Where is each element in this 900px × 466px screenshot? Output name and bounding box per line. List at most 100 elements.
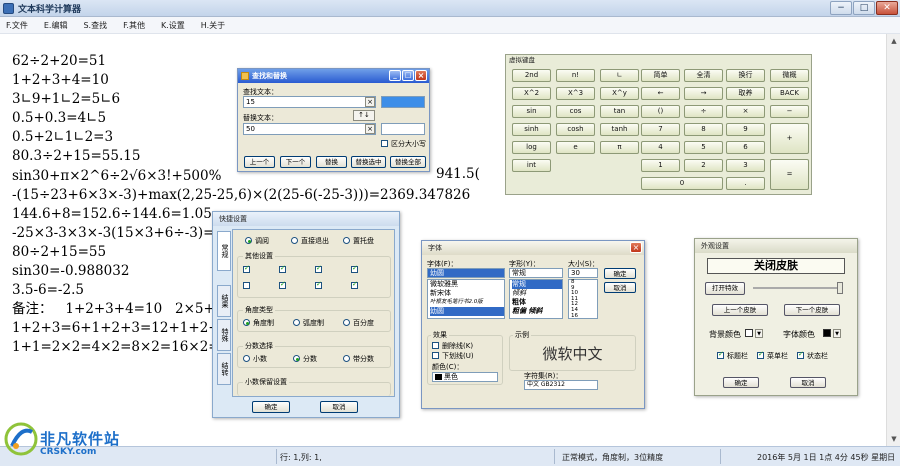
- style-list-item[interactable]: 粗偏 倾斜: [512, 307, 562, 316]
- keyboard-key[interactable]: 简单: [641, 69, 680, 82]
- keyboard-key[interactable]: 3: [726, 159, 765, 172]
- menu-other[interactable]: F.其他: [123, 20, 145, 31]
- keyboard-key[interactable]: 4: [641, 141, 680, 154]
- angle-grad-radio[interactable]: [343, 319, 350, 326]
- fraction-mixed-radio[interactable]: [343, 355, 350, 362]
- keyboard-key[interactable]: +: [770, 123, 809, 154]
- skin-ok-button[interactable]: 确定: [723, 377, 759, 388]
- bg-color-swatch[interactable]: [745, 329, 753, 337]
- keyboard-key[interactable]: sin: [512, 105, 551, 118]
- prev-skin-button[interactable]: 上一个皮肤: [712, 304, 768, 316]
- find-color-select[interactable]: [381, 96, 425, 108]
- keyboard-key[interactable]: 1: [641, 159, 680, 172]
- keyboard-key[interactable]: 全清: [684, 69, 723, 82]
- tab-result[interactable]: 结果: [217, 285, 231, 317]
- tab-carry[interactable]: 结转: [217, 353, 231, 385]
- keyboard-key[interactable]: ×: [726, 105, 765, 118]
- font-cancel-button[interactable]: 取消: [604, 282, 636, 293]
- keyboard-key[interactable]: (): [641, 105, 680, 118]
- font-list-item[interactable]: 幼圆: [430, 307, 504, 316]
- keyboard-key[interactable]: 6: [726, 141, 765, 154]
- font-color-dropdown-icon[interactable]: ▼: [833, 329, 841, 338]
- menu-settings[interactable]: K.设置: [161, 20, 185, 31]
- find-input[interactable]: 15: [243, 96, 376, 108]
- replace-all-button[interactable]: 替换全部: [390, 156, 426, 168]
- keyboard-key[interactable]: tanh: [600, 123, 639, 136]
- option-view-radio[interactable]: [245, 237, 252, 244]
- keyboard-key[interactable]: e: [556, 141, 595, 154]
- font-name-input[interactable]: 幼圆: [427, 268, 505, 278]
- font-list-item[interactable]: 新宋体: [430, 289, 504, 298]
- swap-button[interactable]: ↑↓: [353, 110, 375, 121]
- keyboard-key[interactable]: 2nd: [512, 69, 551, 82]
- keyboard-key[interactable]: sinh: [512, 123, 551, 136]
- keyboard-key[interactable]: X^3: [556, 87, 595, 100]
- menu-about[interactable]: H.关于: [201, 20, 225, 31]
- toolbar-checkbox[interactable]: [717, 350, 724, 359]
- clear-replace-button[interactable]: ×: [365, 124, 375, 134]
- keyboard-key[interactable]: X^y: [600, 87, 639, 100]
- keyboard-key[interactable]: tan: [600, 105, 639, 118]
- keyboard-key[interactable]: 9: [726, 123, 765, 136]
- fraction-fraction-radio[interactable]: [293, 355, 300, 362]
- color-select[interactable]: 黑色: [432, 372, 498, 382]
- keyboard-key[interactable]: log: [512, 141, 551, 154]
- match-case-checkbox[interactable]: [381, 140, 388, 147]
- font-list-item[interactable]: 微软雅黑: [430, 280, 504, 289]
- style-list-item[interactable]: 常规: [512, 280, 562, 289]
- angle-degree-radio[interactable]: [243, 319, 250, 326]
- style-list[interactable]: 常规 倾斜 粗体 粗偏 倾斜: [509, 279, 563, 319]
- vertical-scrollbar[interactable]: ▲ ▼: [886, 34, 900, 446]
- keyboard-key[interactable]: 换行: [726, 69, 765, 82]
- keyboard-key[interactable]: −: [770, 105, 809, 118]
- font-list-item[interactable]: 叶根友毛笔行书2.0版: [430, 298, 504, 307]
- keyboard-key[interactable]: n!: [556, 69, 595, 82]
- strikeout-checkbox[interactable]: [432, 342, 439, 349]
- size-list[interactable]: 8 9 10 11 12 14 16: [568, 279, 598, 319]
- keyboard-key[interactable]: 5: [684, 141, 723, 154]
- keyboard-key[interactable]: 7: [641, 123, 680, 136]
- effects-slider-handle[interactable]: [837, 282, 843, 294]
- statusbar-checkbox[interactable]: [797, 350, 804, 359]
- other-setting-checkbox[interactable]: [351, 264, 358, 273]
- close-skin-button[interactable]: 关闭皮肤: [707, 258, 845, 274]
- keyboard-key[interactable]: 0: [641, 177, 723, 190]
- script-select[interactable]: 中文 GB2312: [524, 380, 598, 390]
- keyboard-key[interactable]: 微概: [770, 69, 809, 82]
- replace-button[interactable]: 替换: [316, 156, 347, 168]
- skin-cancel-button[interactable]: 取消: [790, 377, 826, 388]
- keyboard-key[interactable]: X^2: [512, 87, 551, 100]
- keyboard-key[interactable]: 取养: [726, 87, 765, 100]
- keyboard-key[interactable]: BACK: [770, 87, 809, 100]
- keyboard-key[interactable]: 8: [684, 123, 723, 136]
- style-list-item[interactable]: 粗体: [512, 298, 562, 307]
- open-effects-button[interactable]: 打开特效: [705, 282, 745, 295]
- quick-settings-ok-button[interactable]: 确定: [252, 401, 290, 413]
- style-input[interactable]: 常规: [509, 268, 563, 278]
- other-setting-checkbox[interactable]: [279, 264, 286, 273]
- font-list[interactable]: 微软雅黑 新宋体 叶根友毛笔行书2.0版 幼圆: [427, 279, 505, 319]
- replace-color-select[interactable]: [381, 123, 425, 135]
- close-button[interactable]: ✕: [876, 1, 898, 15]
- scroll-down-icon[interactable]: ▼: [889, 434, 899, 444]
- effects-slider[interactable]: [753, 287, 843, 289]
- find-next-button[interactable]: 下一个: [280, 156, 311, 168]
- close-icon[interactable]: ×: [630, 242, 642, 253]
- size-list-item[interactable]: 16: [571, 313, 597, 320]
- close-icon[interactable]: ×: [415, 70, 427, 81]
- scroll-up-icon[interactable]: ▲: [889, 36, 899, 46]
- font-ok-button[interactable]: 确定: [604, 268, 636, 279]
- keyboard-key[interactable]: .: [726, 177, 765, 190]
- keyboard-key[interactable]: →: [684, 87, 723, 100]
- style-list-item[interactable]: 倾斜: [512, 289, 562, 298]
- bg-color-dropdown-icon[interactable]: ▼: [755, 329, 763, 338]
- minimize-button[interactable]: −: [830, 1, 852, 15]
- keyboard-key[interactable]: =: [770, 159, 809, 190]
- other-setting-checkbox[interactable]: [243, 282, 250, 289]
- fraction-decimal-radio[interactable]: [243, 355, 250, 362]
- minimize-icon[interactable]: _: [389, 70, 401, 81]
- keyboard-key[interactable]: cosh: [556, 123, 595, 136]
- tab-special[interactable]: 特殊: [217, 319, 231, 351]
- keyboard-key[interactable]: cos: [556, 105, 595, 118]
- option-exit-radio[interactable]: [291, 237, 298, 244]
